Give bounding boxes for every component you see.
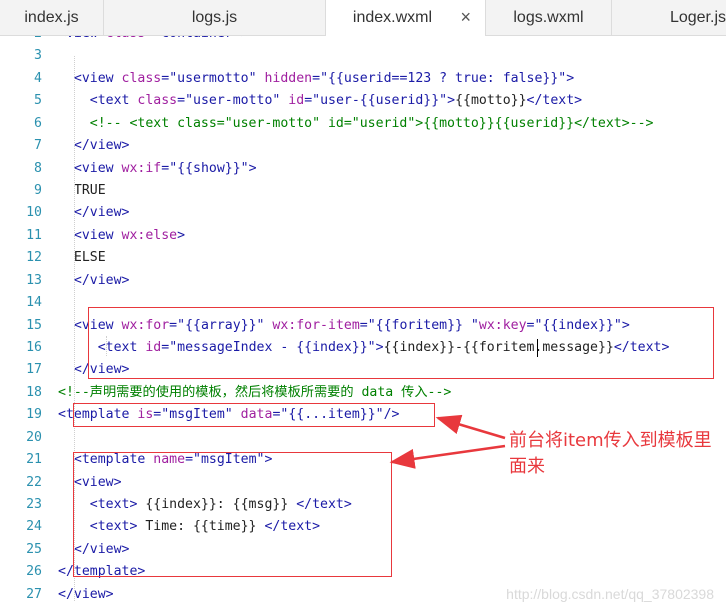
watermark: http://blog.csdn.net/qq_37802398	[506, 586, 714, 602]
annotation-text: 前台将item传入到模板里面来	[509, 430, 712, 477]
annotation-arrows	[389, 414, 506, 469]
arrow-to-template-usage	[435, 414, 506, 440]
arrow-to-template-definition	[389, 444, 506, 469]
